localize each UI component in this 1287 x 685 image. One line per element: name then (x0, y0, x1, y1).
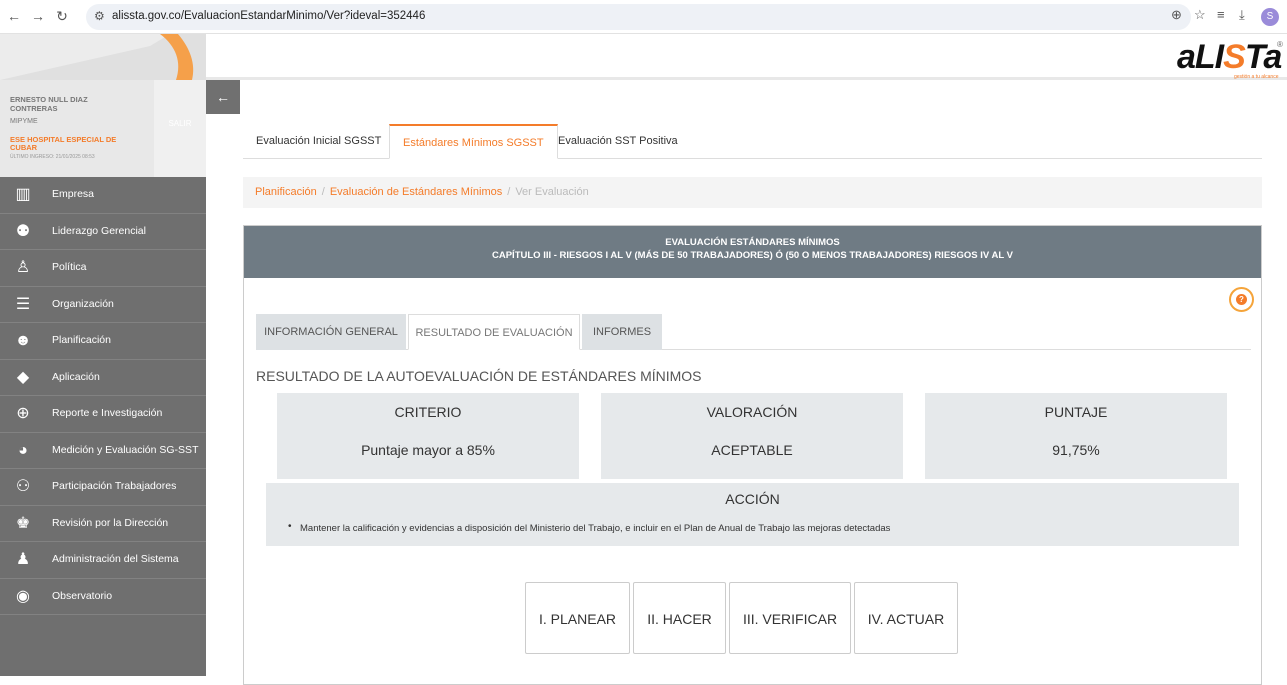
subtab-informes[interactable]: INFORMES (582, 314, 662, 350)
sidebar-item-participacion[interactable]: ⚇ Participación Trabajadores (0, 469, 206, 506)
sidebar-item-medicion[interactable]: ◕ Medición y Evaluación SG-SST (0, 433, 206, 469)
arrow-left-icon: ← (216, 89, 230, 105)
evaluation-subtabs: INFORMACIÓN GENERAL RESULTADO DE EVALUAC… (256, 314, 1251, 350)
magnifier-icon: ⊕ (16, 405, 30, 422)
collapse-sidebar-button[interactable]: ← (206, 80, 240, 114)
profile-avatar[interactable]: S (1261, 8, 1279, 26)
subtab-informacion-general[interactable]: INFORMACIÓN GENERAL (256, 314, 406, 350)
sidebar-item-reporte[interactable]: ⊕ Reporte e Investigación (0, 396, 206, 433)
sidebar-item-liderazgo[interactable]: ⚉ Liderazgo Gerencial (0, 214, 206, 250)
reload-icon[interactable]: ↻ (52, 6, 72, 26)
actuar-button[interactable]: IV. ACTUAR (854, 582, 958, 654)
breadcrumb: Planificación / Evaluación de Estándares M… (243, 177, 1262, 208)
sidebar-item-aplicacion[interactable]: ◆ Aplicación (0, 360, 206, 396)
breadcrumb-current: Ver Evaluación (515, 186, 589, 198)
globe-icon: ◉ (16, 587, 30, 605)
logo-tagline: gestión a tu alcance (1234, 74, 1279, 80)
sidebar-item-planificacion[interactable]: ☻ Planificación (0, 323, 206, 360)
sidebar: ERNESTO NULL DIAZ CONTRERAS MIPYME ESE H… (0, 80, 206, 676)
planear-button[interactable]: I. PLANEAR (525, 582, 630, 654)
sidebar-item-administracion[interactable]: ♟ Administración del Sistema (0, 542, 206, 579)
tab-evaluacion-positiva[interactable]: Evaluación SST Positiva (545, 124, 691, 159)
valoracion-value: ACEPTABLE (711, 442, 793, 458)
bullet-icon: • (288, 521, 292, 532)
pie-chart-icon: ◕ (18, 441, 28, 459)
header-swoosh-icon (0, 34, 206, 80)
user-type: MIPYME (10, 118, 38, 125)
evaluation-panel: EVALUACIÓN ESTÁNDARES MÍNIMOS CAPÍTULO I… (243, 225, 1262, 685)
last-login: ÚLTIMO INGRESO: 21/01/2025 08:53 (10, 154, 95, 160)
subtab-resultado[interactable]: RESULTADO DE EVALUACIÓN (408, 314, 580, 350)
head-icon: ☻ (14, 332, 32, 349)
tag-icon: ◆ (16, 368, 30, 386)
registered-mark: ® (1277, 40, 1283, 49)
section-title: RESULTADO DE LA AUTOEVALUACIÓN DE ESTÁND… (256, 368, 702, 384)
alissta-logo[interactable]: aLISTa (1177, 38, 1282, 77)
breadcrumb-planificacion[interactable]: Planificación (255, 186, 317, 198)
header-decoration (0, 34, 206, 80)
accion-text: Mantener la calificación y evidencias a … (300, 523, 891, 534)
building-icon: ▥ (15, 186, 31, 203)
tab-evaluacion-inicial[interactable]: Evaluación Inicial SGSST (243, 124, 394, 159)
criterio-value: Puntaje mayor a 85% (361, 442, 495, 458)
url-text[interactable]: alissta.gov.co/EvaluacionEstandarMinimo/… (112, 10, 425, 22)
sidebar-menu: ▥ Empresa ⚉ Liderazgo Gerencial ♙ Política … (0, 177, 206, 615)
bookmark-star-icon[interactable]: ☆ (1194, 7, 1206, 23)
question-icon: ? (1236, 294, 1247, 306)
help-button[interactable]: ? (1229, 287, 1254, 312)
module-tabs: Evaluación Inicial SGSST Estándares Míni… (243, 124, 1262, 159)
people-icon: ⚇ (15, 478, 31, 495)
puntaje-value: 91,75% (1052, 442, 1100, 458)
manager-icon: ♚ (15, 514, 31, 532)
site-header: aLISTa gestión a tu alcance ® (0, 34, 1287, 80)
list-icon: ☰ (15, 295, 31, 313)
address-bar[interactable]: ⚙ alissta.gov.co/EvaluacionEstandarMinim… (86, 4, 1191, 30)
sidebar-item-politica[interactable]: ♙ Política (0, 250, 206, 287)
criterio-card: CRITERIO Puntaje mayor a 85% (277, 393, 579, 479)
breadcrumb-separator: / (321, 186, 325, 198)
tab-estandares-minimos[interactable]: Estándares Mínimos SGSST (389, 124, 558, 159)
panel-subtitle: CAPÍTULO III - RIESGOS I AL V (MÁS DE 50… (492, 250, 1013, 261)
verificar-button[interactable]: III. VERIFICAR (729, 582, 851, 654)
sidebar-item-organizacion[interactable]: ☰ Organización (0, 287, 206, 323)
panel-header: EVALUACIÓN ESTÁNDARES MÍNIMOS CAPÍTULO I… (244, 226, 1261, 278)
puntaje-card: PUNTAJE 91,75% (925, 393, 1227, 479)
sidebar-item-observatorio[interactable]: ◉ Observatorio (0, 579, 206, 615)
podium-icon: ♙ (15, 259, 31, 276)
user-settings-icon: ♟ (15, 551, 31, 568)
hacer-button[interactable]: II. HACER (633, 582, 726, 654)
reading-list-icon[interactable]: ≡ (1217, 7, 1225, 22)
site-settings-icon[interactable]: ⚙ (94, 9, 105, 23)
valoracion-card: VALORACIÓN ACEPTABLE (601, 393, 903, 479)
logout-button[interactable]: SALIR (154, 80, 206, 177)
valoracion-label: VALORACIÓN (706, 404, 798, 420)
user-company: ESE HOSPITAL ESPECIAL DE CUBAR (10, 135, 117, 152)
user-info: ERNESTO NULL DIAZ CONTRERAS MIPYME ESE H… (0, 80, 206, 177)
breadcrumb-evaluacion[interactable]: Evaluación de Estándares Mínimos (330, 186, 502, 198)
zoom-icon[interactable]: ⊕ (1171, 7, 1182, 23)
sidebar-item-revision[interactable]: ♚ Revisión por la Dirección (0, 506, 206, 542)
puntaje-label: PUNTAJE (1044, 404, 1108, 420)
user-name: ERNESTO NULL DIAZ CONTRERAS (10, 95, 88, 113)
sidebar-item-empresa[interactable]: ▥ Empresa (0, 177, 206, 214)
criterio-label: CRITERIO (394, 404, 462, 420)
browser-toolbar: ← → ↻ ⚙ alissta.gov.co/EvaluacionEstanda… (0, 0, 1287, 34)
accion-title: ACCIÓN (725, 491, 780, 507)
download-icon[interactable]: ⤓ (1239, 7, 1245, 23)
back-icon[interactable]: ← (4, 6, 24, 26)
team-icon: ⚉ (15, 222, 31, 240)
accion-box: ACCIÓN • Mantener la calificación y evid… (266, 483, 1239, 546)
panel-title: EVALUACIÓN ESTÁNDARES MÍNIMOS (665, 237, 840, 248)
breadcrumb-separator: / (507, 186, 511, 198)
forward-icon[interactable]: → (28, 6, 48, 26)
